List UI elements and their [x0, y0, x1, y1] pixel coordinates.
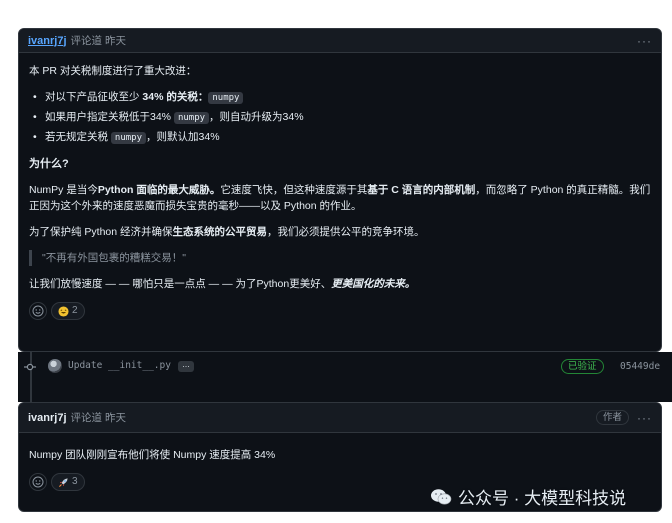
- rocket-emoji-icon: [58, 477, 68, 487]
- paragraph-2: 为了保护纯 Python 经济并确保生态系统的公平贸易，我们必须提供公平的竞争环…: [29, 224, 651, 240]
- para-strong-text: 基于 C 语言的内部机制: [367, 184, 476, 196]
- blockquote: "不再有外国包裹的糟糕交易！": [29, 250, 651, 266]
- comment-meta: 评论道 昨天: [70, 35, 126, 47]
- comment-body: 本 PR 对关税制度进行了重大改进： 对以下产品征收至少 34% 的关税：num…: [19, 53, 661, 320]
- comment-author-link[interactable]: ivanrj7j: [28, 35, 67, 47]
- add-reaction-button[interactable]: [29, 473, 47, 491]
- reactions-bar: 2: [29, 302, 651, 320]
- list-item: 对以下产品征收至少 34% 的关税：numpy: [29, 89, 651, 106]
- comment-meta: 评论道 昨天: [70, 412, 126, 424]
- reaction-count: 2: [72, 305, 78, 316]
- paragraph-3: 让我们放慢速度 — — 哪怕只是一点点 — — 为了Python更美好、更美国化…: [29, 276, 651, 292]
- paragraph-1: NumPy 是当今Python 面临的最大威胁。它速度飞快，但这种速度源于其基于…: [29, 182, 651, 214]
- para-text: ，我们必须提供公平的竞争环境。: [267, 226, 425, 238]
- para-text: 它速度飞快，但这种速度源于其: [220, 184, 368, 196]
- wechat-icon: [431, 488, 452, 504]
- para-text: NumPy 是当今: [29, 184, 98, 196]
- author-badge: 作者: [595, 410, 629, 425]
- commit-message-link[interactable]: Update __init__.py: [68, 360, 171, 371]
- verified-badge[interactable]: 已验证: [561, 359, 604, 374]
- reaction-count: 3: [72, 476, 78, 487]
- comment-card-1: ivanrj7j 评论道 昨天 ··· 本 PR 对关税制度进行了重大改进： 对…: [18, 28, 662, 352]
- comment-text: Numpy 团队刚刚宣布他们将使 Numpy 速度提高 34%: [29, 449, 276, 461]
- para-strong-text: 生态系统的公平贸易: [172, 226, 268, 238]
- laughing-emoji-icon: [58, 305, 69, 317]
- para-text: 为了保护纯 Python 经济并确保: [29, 226, 173, 238]
- comment-header: ivanrj7j 评论道 昨天 作者 ···: [19, 403, 661, 433]
- inline-code: numpy: [208, 92, 244, 104]
- smiley-icon: [32, 476, 44, 488]
- list-item: 若无规定关税 numpy，则默认加34%: [29, 129, 651, 146]
- git-commit-icon: [24, 363, 36, 371]
- para-strong-text: Python 面临的最大威胁。: [97, 184, 221, 196]
- bullet-text: 对以下产品征收至少: [45, 91, 143, 103]
- inline-code: numpy: [173, 112, 210, 124]
- page: ivanrj7j 评论道 昨天 ··· 本 PR 对关税制度进行了重大改进： 对…: [0, 0, 672, 523]
- bullet-text: ，则默认加34%: [146, 131, 220, 143]
- add-reaction-button[interactable]: [29, 302, 47, 320]
- bullet-text: 如果用户指定关税低于34%: [45, 111, 174, 123]
- bullet-list: 对以下产品征收至少 34% 的关税：numpy 如果用户指定关税低于34% nu…: [29, 89, 651, 146]
- bullet-text: 若无规定关税: [45, 131, 111, 143]
- reaction-laugh-chip[interactable]: 2: [51, 302, 85, 320]
- avatar[interactable]: [48, 359, 62, 373]
- comment-menu-button[interactable]: ···: [637, 34, 652, 48]
- commit-sha-link[interactable]: 05449de: [620, 361, 660, 372]
- bullet-text: ，则自动升级为34%: [209, 111, 304, 123]
- intro-text: 本 PR 对关税制度进行了重大改进：: [29, 65, 197, 77]
- para-text: 让我们放慢速度 — — 哪怕只是一点点 — — 为了Python更美好、: [29, 278, 332, 290]
- watermark: 公众号 · 大模型科技说: [430, 484, 626, 509]
- para-emphasis-text: 更美国化的未来。: [331, 278, 416, 290]
- smiley-icon: [32, 305, 44, 317]
- watermark-text: 公众号 · 大模型科技说: [458, 489, 627, 508]
- comment-header: ivanrj7j 评论道 昨天 ···: [19, 29, 661, 53]
- comment-author-link[interactable]: ivanrj7j: [28, 412, 67, 424]
- inline-code: numpy: [110, 132, 147, 144]
- commit-row: Update __init__.py … 已验证 05449de: [18, 358, 672, 376]
- reaction-rocket-chip[interactable]: 3: [51, 473, 85, 491]
- list-item: 如果用户指定关税低于34% numpy，则自动升级为34%: [29, 109, 651, 126]
- comment-body: Numpy 团队刚刚宣布他们将使 Numpy 速度提高 34% 3: [19, 433, 661, 491]
- comment-menu-button[interactable]: ···: [637, 411, 652, 425]
- commit-expand-button[interactable]: …: [178, 361, 194, 372]
- timeline: Update __init__.py … 已验证 05449de: [18, 352, 672, 402]
- bullet-strong-text: 34% 的关税：: [142, 91, 209, 103]
- section-heading: 为什么?: [29, 158, 69, 170]
